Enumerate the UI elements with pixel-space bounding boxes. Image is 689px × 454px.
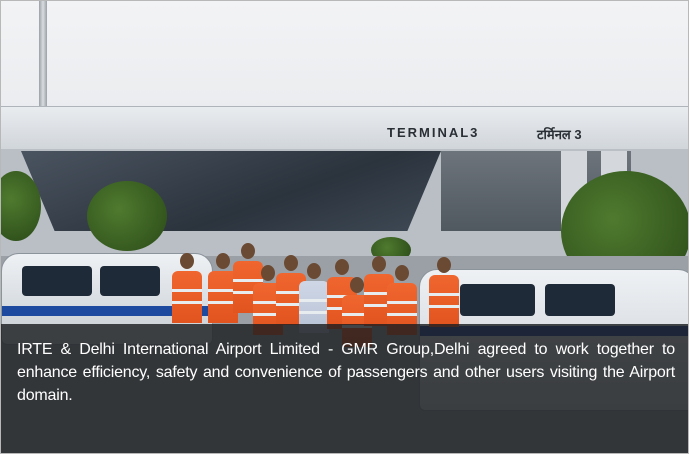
car-window: [100, 266, 160, 296]
car-window: [22, 266, 92, 296]
terminal-glass-facade: [21, 151, 441, 231]
car-window: [460, 284, 535, 316]
team-member: [429, 257, 459, 327]
team-member: [299, 263, 329, 333]
car-window: [545, 284, 615, 316]
photo-caption: IRTE & Delhi International Airport Limit…: [17, 341, 675, 404]
terminal-sign-english: TERMINAL3: [387, 125, 480, 140]
terminal-sign-hindi: टर्मिनल 3: [537, 127, 582, 142]
palm-tree: [87, 181, 167, 251]
team-member: [172, 253, 202, 323]
photo-frame: TERMINAL3 टर्मिनल 3 IRTE & Delhi Interna…: [0, 0, 689, 454]
terminal-roof: [1, 106, 688, 152]
